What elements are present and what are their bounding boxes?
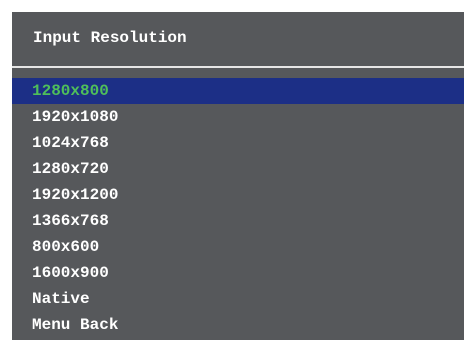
menu-title: Input Resolution <box>33 29 187 47</box>
menu-option-label: 1280x800 <box>32 82 109 100</box>
menu-option-label: 1024x768 <box>32 134 109 152</box>
menu-option-1024x768[interactable]: 1024x768 <box>12 130 464 156</box>
menu-option-1280x800[interactable]: 1280x800 <box>12 78 464 104</box>
menu-option-native[interactable]: Native <box>12 286 464 312</box>
menu-option-1920x1200[interactable]: 1920x1200 <box>12 182 464 208</box>
menu-option-label: 1920x1080 <box>32 108 119 126</box>
menu-option-label: 1600x900 <box>32 264 109 282</box>
menu-option-label: 1280x720 <box>32 160 109 178</box>
menu-option-label: Native <box>32 290 90 308</box>
menu-option-label: Menu Back <box>32 316 119 334</box>
osd-menu-panel: Input Resolution 1280x800 1920x1080 1024… <box>12 12 464 340</box>
menu-option-1366x768[interactable]: 1366x768 <box>12 208 464 234</box>
menu-option-label: 1366x768 <box>32 212 109 230</box>
menu-option-1600x900[interactable]: 1600x900 <box>12 260 464 286</box>
title-divider <box>12 66 464 68</box>
resolution-options-list: 1280x800 1920x1080 1024x768 1280x720 192… <box>12 78 464 338</box>
menu-option-label: 800x600 <box>32 238 100 256</box>
menu-option-1280x720[interactable]: 1280x720 <box>12 156 464 182</box>
menu-option-label: 1920x1200 <box>32 186 119 204</box>
menu-option-800x600[interactable]: 800x600 <box>12 234 464 260</box>
menu-back-option[interactable]: Menu Back <box>12 312 464 338</box>
menu-option-1920x1080[interactable]: 1920x1080 <box>12 104 464 130</box>
